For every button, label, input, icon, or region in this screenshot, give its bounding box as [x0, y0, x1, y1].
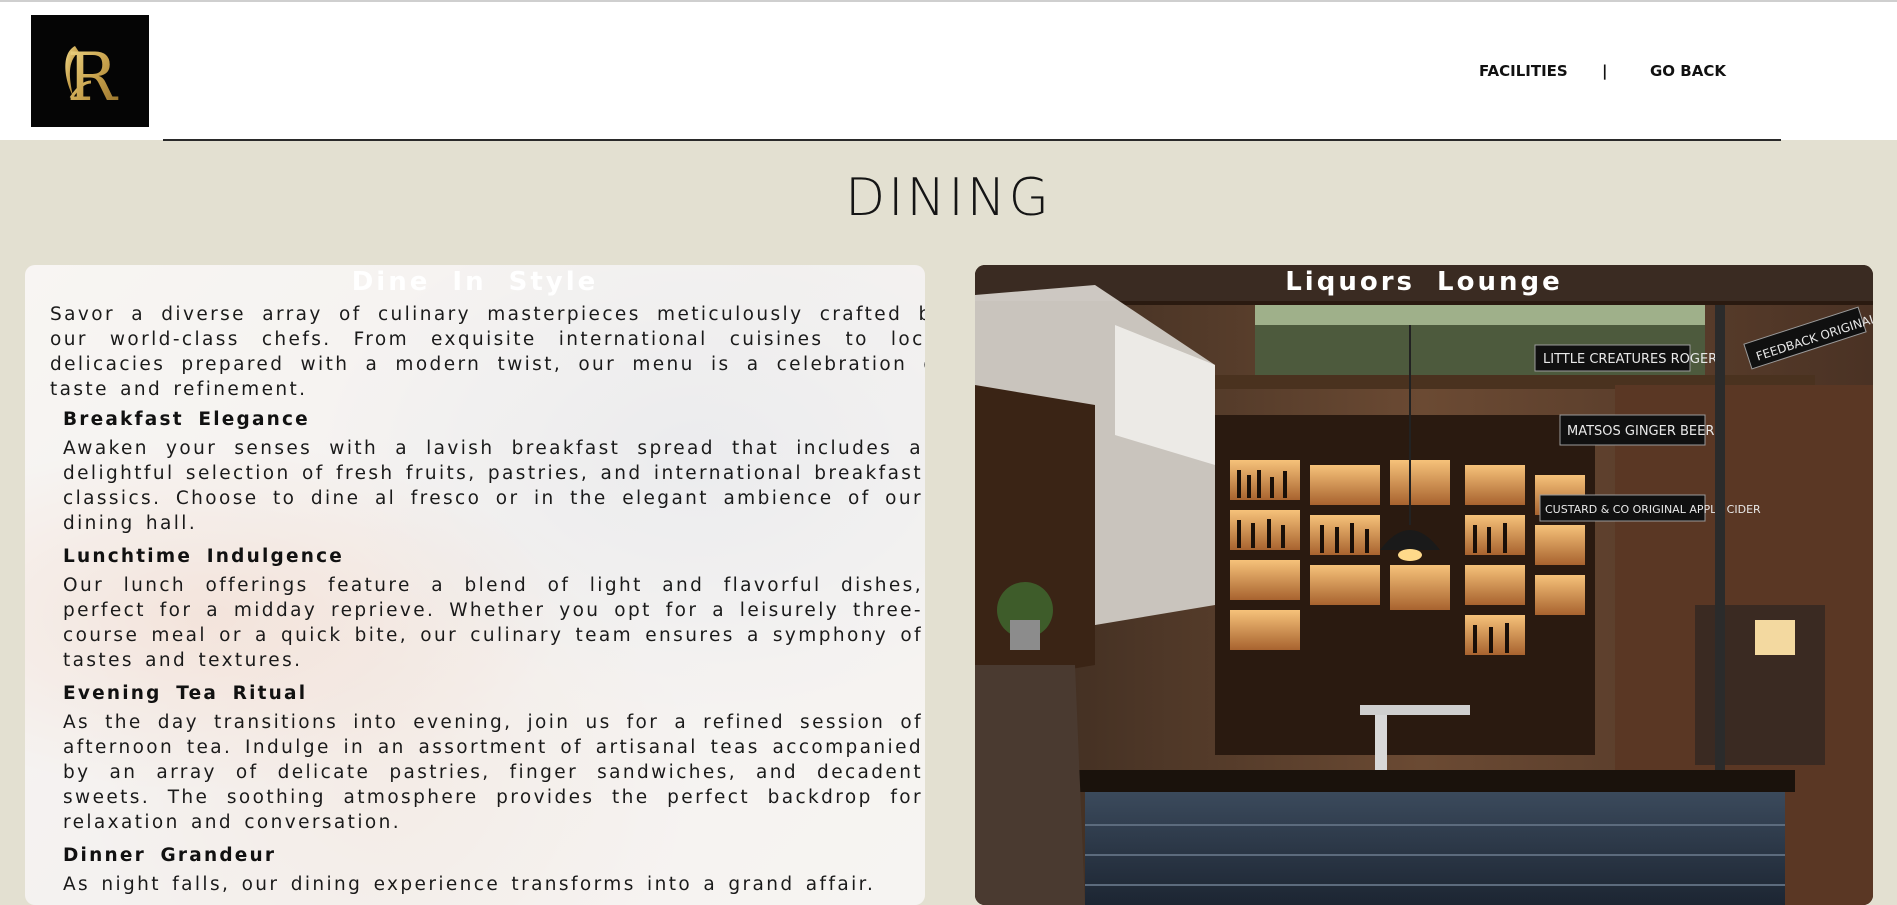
liquors-lounge-title: Liquors Lounge [1285, 267, 1563, 297]
bar-interior-image: LITTLE CREATURES ROGERS MATSOS GINGER BE… [975, 265, 1873, 905]
page-title: DINING [845, 168, 1052, 228]
nav-separator: | [1602, 62, 1608, 80]
lunch-section: Lunchtime Indulgence Our lunch offerings… [63, 546, 923, 673]
dinner-section: Dinner Grandeur As night falls, our dini… [63, 845, 923, 897]
evening-tea-text: As the day transitions into evening, joi… [63, 712, 923, 833]
svg-text:MATSOS GINGER BEER: MATSOS GINGER BEER [1567, 424, 1714, 439]
evening-tea-heading: Evening Tea Ritual [63, 683, 308, 704]
dine-in-style-title: Dine In Style [351, 267, 599, 297]
liquors-lounge-card: LITTLE CREATURES ROGERS MATSOS GINGER BE… [975, 265, 1873, 905]
top-nav: FACILITIES | GO BACK [0, 62, 1897, 82]
lunch-heading: Lunchtime Indulgence [63, 546, 344, 567]
breakfast-heading: Breakfast Elegance [63, 409, 310, 430]
dine-in-style-card: Dine In Style Savor a diverse array of c… [25, 265, 925, 905]
breakfast-text: Awaken your senses with a lavish breakfa… [63, 438, 923, 534]
lunch-text: Our lunch offerings feature a blend of l… [63, 575, 923, 671]
site-header: R FACILITIES | GO BACK [0, 2, 1897, 141]
dining-intro-text: Savor a diverse array of culinary master… [50, 304, 925, 400]
nav-go-back-link[interactable]: GO BACK [1650, 62, 1726, 80]
svg-text:LITTLE CREATURES ROGERS: LITTLE CREATURES ROGERS [1543, 352, 1725, 367]
evening-tea-section: Evening Tea Ritual As the day transition… [63, 683, 923, 835]
header-divider [163, 139, 1781, 141]
breakfast-section: Breakfast Elegance Awaken your senses wi… [63, 409, 923, 536]
dinner-heading: Dinner Grandeur [63, 845, 277, 866]
svg-text:CUSTARD & CO ORIGINAL APPLE CI: CUSTARD & CO ORIGINAL APPLE CIDER [1545, 503, 1761, 516]
nav-facilities-link[interactable]: FACILITIES [1479, 62, 1568, 80]
